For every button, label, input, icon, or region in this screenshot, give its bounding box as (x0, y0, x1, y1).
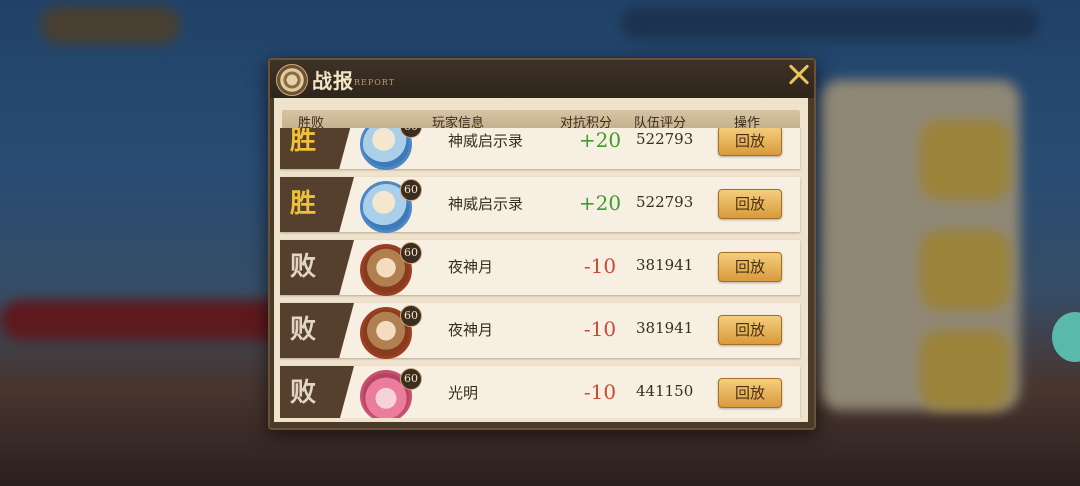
report-emblem-icon (276, 64, 308, 96)
dialog-title: 战报 (312, 69, 354, 93)
table-header: 胜败 玩家信息 对抗积分 队伍评分 操作 (282, 110, 800, 131)
result-label: 败 (290, 378, 317, 408)
replay-button[interactable]: 回放 (718, 252, 782, 282)
result-label: 败 (290, 315, 317, 345)
player-name: 光明 (448, 384, 479, 402)
score-change: -10 (583, 254, 617, 278)
result-tag: 胜 (280, 128, 354, 169)
player-name: 神威启示录 (448, 195, 524, 213)
level-badge: 60 (400, 242, 422, 264)
team-power: 381941 (636, 256, 694, 274)
player-name: 夜神月 (448, 321, 494, 339)
replay-button[interactable]: 回放 (718, 128, 782, 156)
level-badge: 60 (400, 368, 422, 390)
result-label: 败 (290, 252, 317, 282)
battle-report-dialog: 战报 REPORT 胜败 玩家信息 对抗积分 队伍评分 操作 胜 60 神威启示… (268, 58, 816, 430)
report-panel: 胜败 玩家信息 对抗积分 队伍评分 操作 胜 60 神威启示录 +20 5227… (274, 98, 808, 422)
player-name: 夜神月 (448, 258, 494, 276)
replay-button[interactable]: 回放 (718, 315, 782, 345)
score-change: +20 (578, 191, 622, 215)
team-power: 441150 (636, 382, 694, 400)
result-tag: 败 (280, 366, 354, 418)
table-row: 胜 60 神威启示录 +20 522793 回放 (280, 177, 800, 233)
level-badge: 60 (400, 305, 422, 327)
team-power: 522793 (636, 130, 694, 148)
score-change: +20 (578, 128, 622, 152)
replay-button[interactable]: 回放 (718, 378, 782, 408)
player-name: 神威启示录 (448, 132, 524, 150)
table-row: 败 60 夜神月 -10 381941 回放 (280, 303, 800, 359)
level-badge: 60 (400, 179, 422, 201)
result-label: 胜 (290, 128, 317, 156)
team-power: 381941 (636, 319, 694, 337)
close-icon[interactable] (782, 58, 816, 92)
team-power: 522793 (636, 193, 694, 211)
score-change: -10 (583, 380, 617, 404)
result-tag: 胜 (280, 177, 354, 232)
result-tag: 败 (280, 240, 354, 295)
table-row: 败 60 夜神月 -10 381941 回放 (280, 240, 800, 296)
result-label: 胜 (290, 189, 317, 219)
result-tag: 败 (280, 303, 354, 358)
score-change: -10 (583, 317, 617, 341)
dialog-header: 战报 REPORT (270, 60, 814, 98)
dialog-subtitle: REPORT (354, 78, 396, 87)
table-row: 败 60 光明 -10 441150 回放 (280, 366, 800, 418)
replay-button[interactable]: 回放 (718, 189, 782, 219)
report-list[interactable]: 胜 60 神威启示录 +20 522793 回放 胜 60 神威启示录 +20 … (280, 128, 802, 418)
table-row: 胜 60 神威启示录 +20 522793 回放 (280, 128, 800, 170)
